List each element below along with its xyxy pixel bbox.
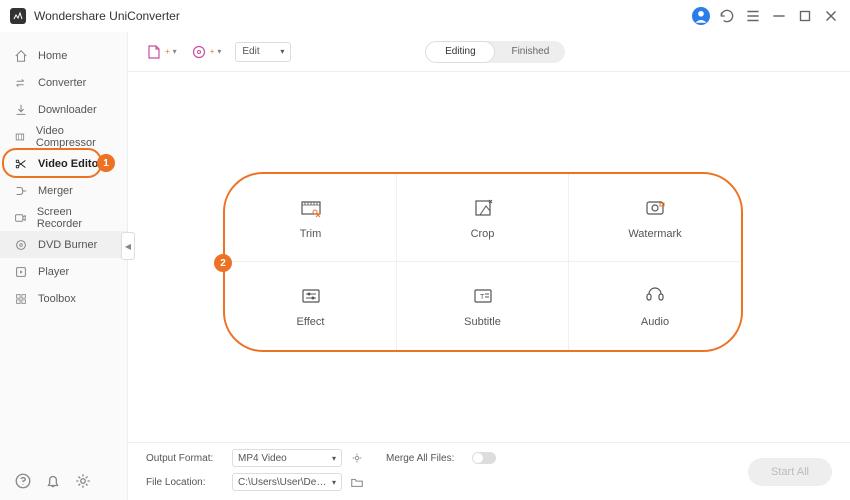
toolbar: + ▾ + ▾ Edit ▾ Editing Finished: [128, 32, 850, 72]
download-icon: [14, 103, 28, 117]
output-format-label: Output Format:: [146, 453, 224, 464]
segment-finished[interactable]: Finished: [495, 41, 565, 63]
annotation-badge-1: 1: [97, 154, 115, 172]
footer: Output Format: MP4 Video ▾ Merge All Fil…: [128, 442, 850, 500]
output-format-select[interactable]: MP4 Video ▾: [232, 449, 342, 467]
editor-canvas: Trim Crop Watermark Effect T Subtitle: [128, 72, 850, 442]
tool-audio[interactable]: Audio: [569, 262, 741, 350]
sidebar-item-label: Video Editor: [38, 158, 103, 170]
merge-label: Merge All Files:: [386, 453, 464, 464]
file-location-select[interactable]: C:\Users\User\Desktop ▾: [232, 473, 342, 491]
tool-watermark[interactable]: Watermark: [569, 174, 741, 262]
sidebar-item-label: Home: [38, 50, 67, 62]
effect-icon: [299, 284, 323, 308]
menu-icon[interactable]: [744, 7, 762, 25]
toolbox-icon: [14, 292, 28, 306]
maximize-button[interactable]: [796, 7, 814, 25]
edit-dropdown[interactable]: Edit ▾: [235, 42, 291, 62]
subtitle-icon: T: [471, 284, 495, 308]
converter-icon: [14, 76, 28, 90]
close-button[interactable]: [822, 7, 840, 25]
tool-label: Watermark: [628, 228, 681, 240]
app-title: Wondershare UniConverter: [34, 9, 692, 23]
tool-label: Trim: [300, 228, 322, 240]
tool-label: Audio: [641, 316, 669, 328]
file-location-label: File Location:: [146, 477, 224, 488]
merge-toggle[interactable]: [472, 452, 496, 464]
watermark-icon: [643, 196, 667, 220]
sidebar-item-label: Toolbox: [38, 293, 76, 305]
compressor-icon: [14, 130, 26, 144]
add-disc-button[interactable]: + ▾: [191, 44, 222, 60]
sidebar-item-downloader[interactable]: Downloader: [0, 96, 127, 123]
edit-dropdown-label: Edit: [242, 46, 259, 57]
crop-icon: [471, 196, 495, 220]
sidebar-item-label: Converter: [38, 77, 86, 89]
sidebar-item-home[interactable]: Home: [0, 42, 127, 69]
minimize-button[interactable]: [770, 7, 788, 25]
start-all-button[interactable]: Start All: [748, 458, 832, 486]
status-segment: Editing Finished: [425, 41, 565, 63]
merger-icon: [14, 184, 28, 198]
output-format-value: MP4 Video: [238, 453, 287, 464]
sidebar-item-label: Merger: [38, 185, 73, 197]
settings-icon[interactable]: [74, 472, 92, 490]
trim-icon: [299, 196, 323, 220]
audio-icon: [643, 284, 667, 308]
sidebar-item-dvd-burner[interactable]: DVD Burner: [0, 231, 127, 258]
sidebar-item-compressor[interactable]: Video Compressor: [0, 123, 127, 150]
sidebar-item-label: Screen Recorder: [37, 206, 113, 230]
help-icon[interactable]: [14, 472, 32, 490]
home-icon: [14, 49, 28, 63]
tool-label: Effect: [297, 316, 325, 328]
bell-icon[interactable]: [44, 472, 62, 490]
disc-icon: [14, 238, 28, 252]
refresh-icon[interactable]: [718, 7, 736, 25]
sidebar-item-toolbox[interactable]: Toolbox: [0, 285, 127, 312]
add-file-button[interactable]: + ▾: [146, 44, 177, 60]
sidebar-item-label: Downloader: [38, 104, 97, 116]
svg-text:T: T: [480, 294, 485, 301]
sidebar-item-label: DVD Burner: [38, 239, 97, 251]
user-avatar[interactable]: [692, 7, 710, 25]
file-location-value: C:\Users\User\Desktop: [238, 477, 328, 488]
sidebar-item-screen-recorder[interactable]: Screen Recorder: [0, 204, 127, 231]
annotation-badge-2: 2: [214, 254, 232, 272]
recorder-icon: [14, 211, 27, 225]
sidebar-item-label: Player: [38, 266, 69, 278]
tool-crop[interactable]: Crop: [397, 174, 569, 262]
segment-editing[interactable]: Editing: [425, 41, 495, 63]
tool-label: Subtitle: [464, 316, 501, 328]
tool-effect[interactable]: Effect: [225, 262, 397, 350]
tool-label: Crop: [471, 228, 495, 240]
editor-tools-panel: Trim Crop Watermark Effect T Subtitle: [223, 172, 743, 352]
sidebar-item-converter[interactable]: Converter: [0, 69, 127, 96]
sidebar-item-player[interactable]: Player: [0, 258, 127, 285]
sidebar-item-merger[interactable]: Merger: [0, 177, 127, 204]
sidebar: Home Converter Downloader Video Compress…: [0, 32, 128, 500]
output-settings-icon[interactable]: [350, 451, 364, 465]
play-icon: [14, 265, 28, 279]
app-logo: [10, 8, 26, 24]
tool-trim[interactable]: Trim: [225, 174, 397, 262]
sidebar-item-video-editor[interactable]: Video Editor 1: [0, 150, 127, 177]
scissors-icon: [14, 157, 28, 171]
tool-subtitle[interactable]: T Subtitle: [397, 262, 569, 350]
open-folder-icon[interactable]: [350, 475, 364, 489]
sidebar-item-label: Video Compressor: [36, 125, 113, 149]
